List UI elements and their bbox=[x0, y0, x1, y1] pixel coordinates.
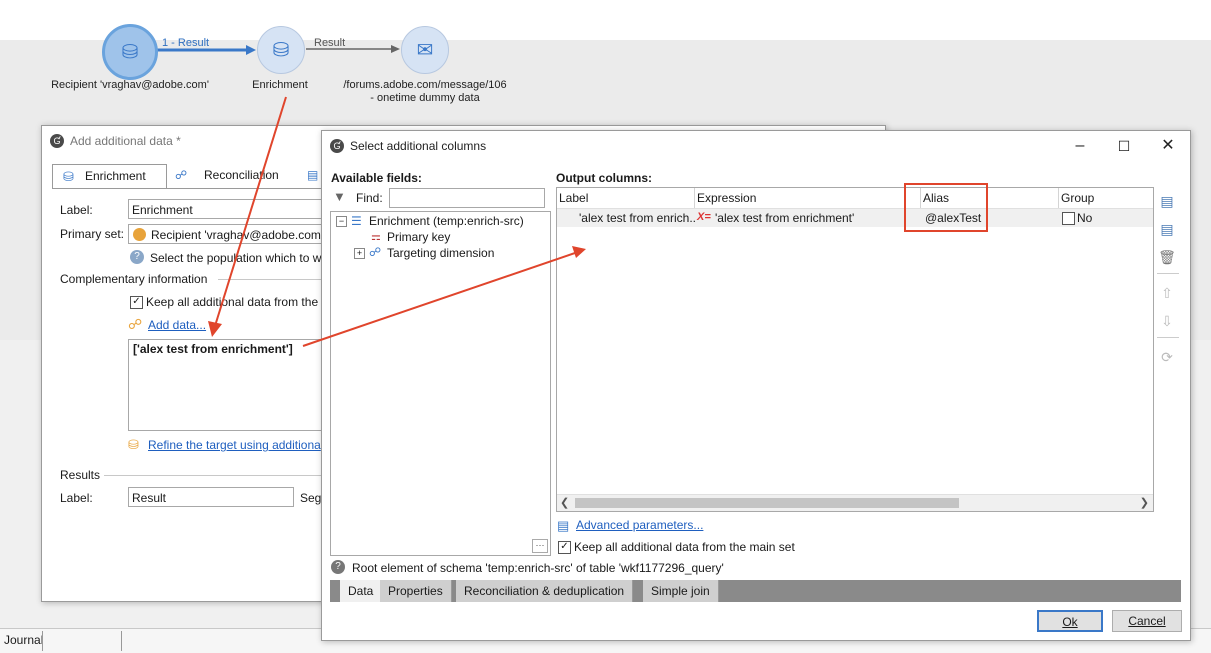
arrow-to-output-head bbox=[572, 246, 586, 258]
arrow-to-output bbox=[302, 252, 576, 347]
arrow-to-add-data-head bbox=[208, 321, 222, 337]
annotation-arrows bbox=[208, 96, 586, 347]
arrow-to-add-data bbox=[214, 96, 287, 327]
